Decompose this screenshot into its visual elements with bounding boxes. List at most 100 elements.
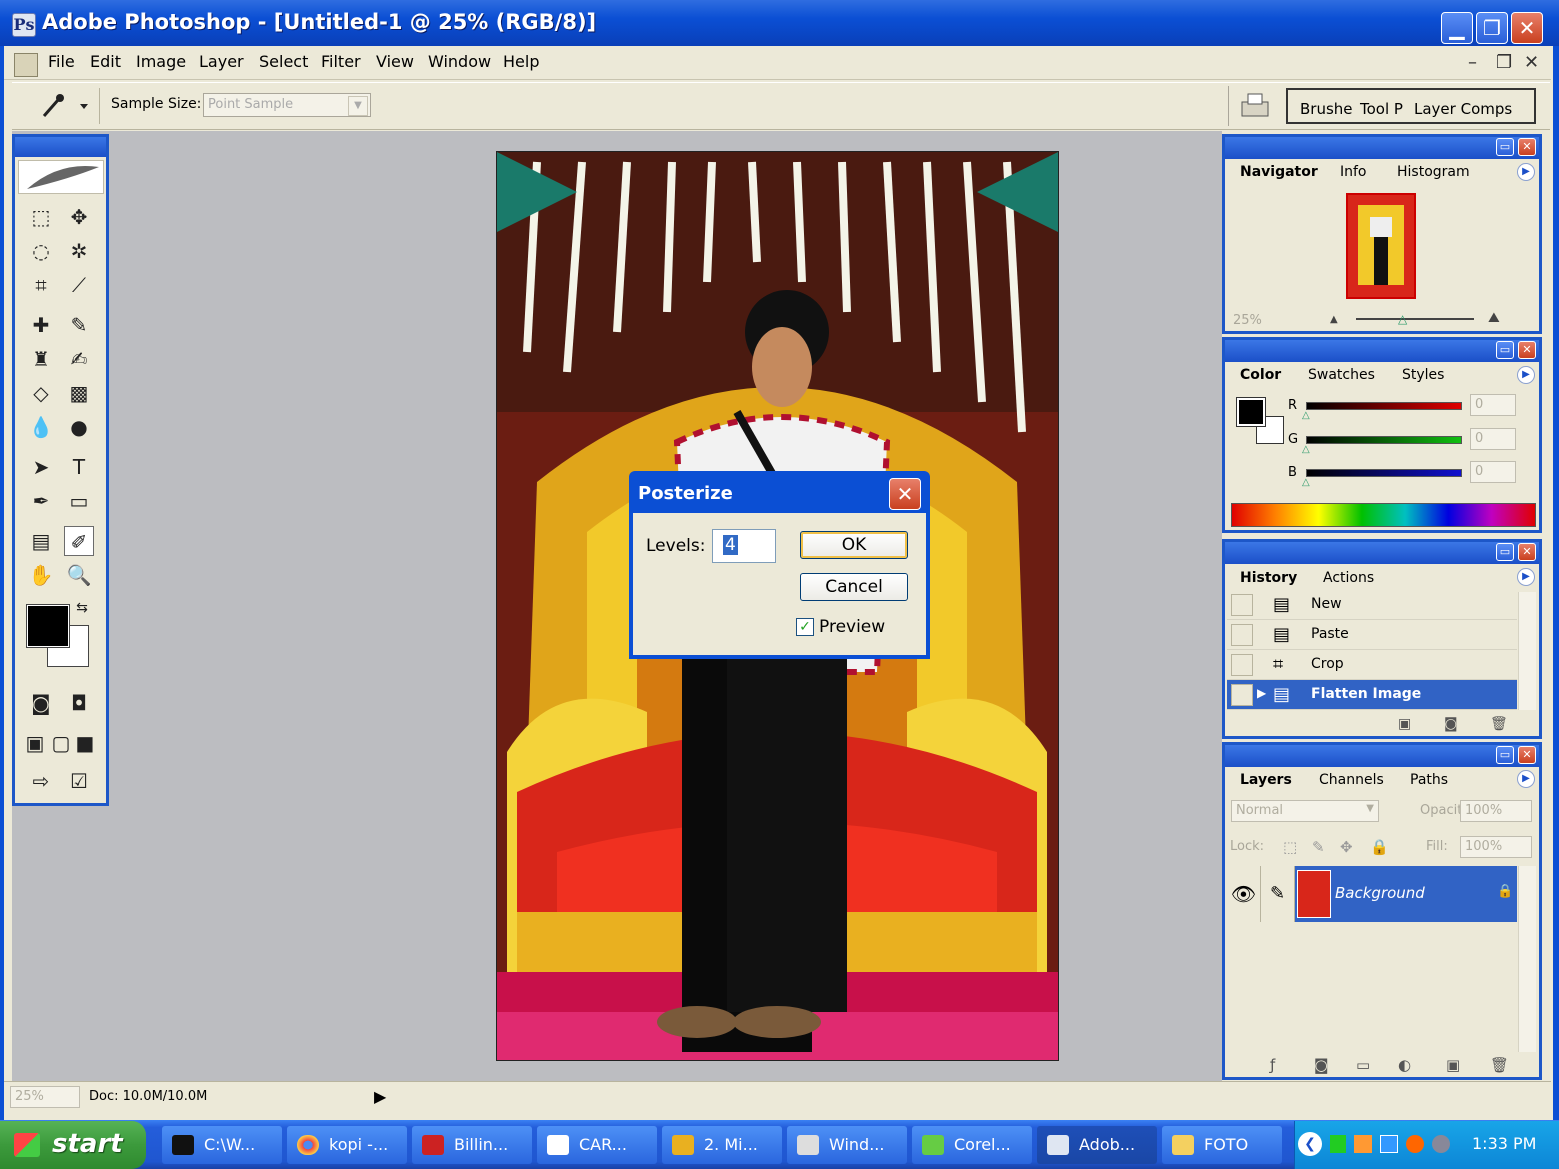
menu-window[interactable]: Window — [428, 52, 491, 71]
zoom-slider-thumb[interactable]: △ — [1398, 312, 1412, 326]
r-value-field[interactable]: 0 — [1470, 394, 1516, 416]
slice-tool-icon[interactable]: ⟋ — [64, 270, 94, 300]
notes-tool-icon[interactable]: ▤ — [26, 526, 56, 556]
jump-to-imageready-icon[interactable]: ⇨ — [26, 766, 56, 796]
palette-minimize-icon[interactable]: ▭ — [1496, 138, 1514, 156]
menu-file[interactable]: File — [48, 52, 75, 71]
history-source-box[interactable] — [1231, 684, 1253, 706]
history-source-box[interactable] — [1231, 654, 1253, 676]
tab-color[interactable]: Color — [1240, 367, 1281, 383]
taskbar-item-billing[interactable]: Billin... — [412, 1126, 532, 1164]
lock-position-icon[interactable]: ✥ — [1340, 838, 1353, 856]
layer-style-icon[interactable]: ƒ — [1270, 1056, 1275, 1074]
layers-palette-header[interactable] — [1225, 745, 1539, 767]
history-item[interactable]: ▤ Paste — [1227, 620, 1517, 650]
tool-preset-picker[interactable] — [30, 88, 100, 124]
history-palette-header[interactable] — [1225, 542, 1539, 564]
lock-all-icon[interactable]: 🔒 — [1370, 838, 1389, 856]
menu-edit[interactable]: Edit — [90, 52, 121, 71]
tab-actions[interactable]: Actions — [1323, 570, 1374, 586]
fill-field[interactable]: 100% — [1460, 836, 1532, 858]
swap-colors-icon[interactable]: ⇆ — [72, 598, 92, 618]
pen-tool-icon[interactable]: ✒ — [26, 486, 56, 516]
r-slider[interactable] — [1306, 402, 1462, 410]
g-value-field[interactable]: 0 — [1470, 428, 1516, 450]
tray-app-icon[interactable] — [1432, 1135, 1450, 1153]
palette-menu-icon[interactable]: ▶ — [1517, 163, 1535, 181]
palette-menu-icon[interactable]: ▶ — [1517, 770, 1535, 788]
layers-scrollbar[interactable] — [1518, 866, 1536, 1052]
menu-view[interactable]: View — [376, 52, 414, 71]
taskbar-item-word[interactable]: CAR... — [537, 1126, 657, 1164]
lasso-tool-icon[interactable]: ◌ — [26, 236, 56, 266]
screen-mode-standard-icon[interactable]: ▣ — [22, 728, 48, 758]
new-snapshot-icon[interactable]: ◙ — [1444, 716, 1458, 732]
new-document-from-state-icon[interactable]: ▣ — [1398, 716, 1411, 732]
tab-info[interactable]: Info — [1340, 164, 1367, 180]
trash-icon[interactable]: 🗑 — [1490, 716, 1508, 732]
layer-name[interactable]: Background — [1335, 884, 1425, 902]
palette-close-icon[interactable]: ✕ — [1518, 341, 1536, 359]
minimize-button[interactable]: ▁ — [1441, 12, 1473, 44]
tab-history[interactable]: History — [1240, 570, 1297, 586]
history-source-box[interactable] — [1231, 624, 1253, 646]
edit-in-imageready-icon[interactable]: ☑ — [64, 766, 94, 796]
tab-layers[interactable]: Layers — [1240, 772, 1292, 788]
opacity-field[interactable]: 100% — [1460, 800, 1532, 822]
maximize-button[interactable]: ❐ — [1476, 12, 1508, 44]
taskbar-item-foto[interactable]: FOTO — [1162, 1126, 1282, 1164]
layer-mask-icon[interactable]: ◙ — [1314, 1056, 1329, 1074]
doc-minimize-button[interactable]: – — [1468, 52, 1477, 73]
well-tab-layer-comps[interactable]: Layer Comps — [1414, 100, 1512, 118]
palette-close-icon[interactable]: ✕ — [1518, 543, 1536, 561]
palette-minimize-icon[interactable]: ▭ — [1496, 543, 1514, 561]
tab-paths[interactable]: Paths — [1410, 772, 1448, 788]
tray-app-icon[interactable] — [1330, 1135, 1346, 1153]
brush-tool-icon[interactable]: ✎ — [64, 310, 94, 340]
history-item-selected[interactable]: ▶ ▤ Flatten Image — [1227, 680, 1517, 710]
tray-app-icon[interactable] — [1354, 1135, 1372, 1153]
tab-navigator[interactable]: Navigator — [1240, 164, 1318, 180]
zoom-out-icon[interactable]: ▲ — [1330, 314, 1344, 325]
r-slider-thumb[interactable]: △ — [1302, 410, 1310, 421]
zoom-slider[interactable] — [1356, 318, 1474, 320]
color-palette-header[interactable] — [1225, 340, 1539, 362]
brush-link-icon[interactable]: ✎ — [1261, 866, 1295, 922]
tab-swatches[interactable]: Swatches — [1308, 367, 1375, 383]
type-tool-icon[interactable]: T — [64, 452, 94, 482]
navigator-palette-header[interactable] — [1225, 137, 1539, 159]
blend-mode-select[interactable]: Normal ▼ — [1231, 800, 1379, 822]
tab-styles[interactable]: Styles — [1402, 367, 1444, 383]
tray-app-icon[interactable] — [1406, 1135, 1424, 1153]
gradient-tool-icon[interactable]: ▩ — [64, 378, 94, 408]
menu-help[interactable]: Help — [503, 52, 539, 71]
tray-expand-icon[interactable]: ❮ — [1298, 1132, 1322, 1156]
new-group-icon[interactable]: ▭ — [1356, 1056, 1370, 1074]
status-menu-arrow-icon[interactable]: ▶ — [374, 1087, 386, 1106]
status-zoom-field[interactable]: 25% — [10, 1086, 80, 1108]
b-slider[interactable] — [1306, 469, 1462, 477]
menu-filter[interactable]: Filter — [321, 52, 361, 71]
path-selection-tool-icon[interactable]: ➤ — [26, 452, 56, 482]
eraser-tool-icon[interactable]: ◇ — [26, 378, 56, 408]
color-ramp[interactable] — [1231, 503, 1536, 527]
lock-image-icon[interactable]: ✎ — [1312, 838, 1325, 856]
quick-mask-mode-icon[interactable]: ◘ — [64, 688, 94, 718]
photoshop-app-icon[interactable]: Ps — [12, 13, 36, 37]
taskbar-item-2mi[interactable]: 2. Mi... — [662, 1126, 782, 1164]
zoom-in-icon[interactable]: ⛰ — [1488, 310, 1514, 326]
start-button[interactable]: start — [0, 1121, 146, 1169]
menu-layer[interactable]: Layer — [199, 52, 244, 71]
doc-close-button[interactable]: ✕ — [1524, 52, 1539, 73]
blur-tool-icon[interactable]: 💧 — [26, 412, 56, 442]
dodge-tool-icon[interactable]: ● — [64, 412, 94, 442]
marquee-tool-icon[interactable]: ⬚ — [26, 202, 56, 232]
taskbar-item-windows[interactable]: Wind... — [787, 1126, 907, 1164]
tab-channels[interactable]: Channels — [1319, 772, 1384, 788]
palette-menu-icon[interactable]: ▶ — [1517, 366, 1535, 384]
standard-mode-icon[interactable]: ◙ — [26, 688, 56, 718]
history-brush-tool-icon[interactable]: ✍ — [64, 344, 94, 374]
dialog-close-button[interactable]: ✕ — [889, 478, 921, 510]
magic-wand-tool-icon[interactable]: ✲ — [64, 236, 94, 266]
preview-checkbox[interactable]: ✓ — [796, 618, 814, 636]
